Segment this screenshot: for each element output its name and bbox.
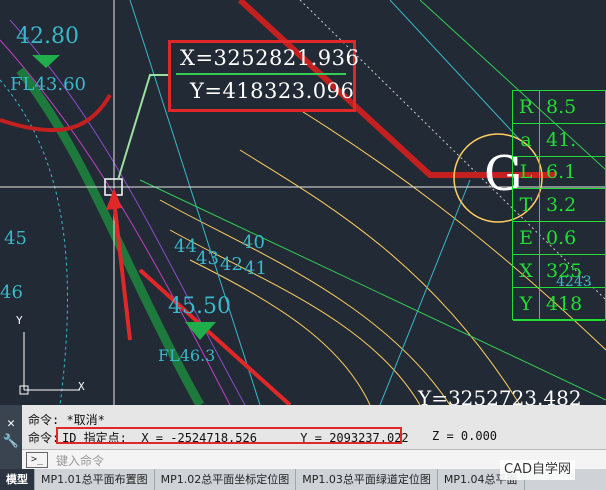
elevation-label: FL43.60	[10, 74, 86, 95]
ucs-y-label: Y	[16, 314, 23, 327]
curve-table-row: X 325	[513, 254, 605, 288]
elevation-label: 42	[220, 254, 243, 275]
curve-table-key: T	[513, 189, 540, 222]
layout-tab[interactable]: 模型	[0, 469, 35, 490]
elevation-label: FL46.3	[158, 346, 216, 365]
curve-table-row: R 8.5	[513, 91, 605, 124]
layout-tab[interactable]: MP1.02总平面坐标定位图	[155, 469, 297, 490]
layout-tab[interactable]: MP1.03总平面绿道定位图	[296, 469, 438, 490]
ucs-x-label: X	[78, 380, 85, 393]
curve-table-key: R	[513, 91, 540, 123]
coordinate-x-label: X=3252821.936	[180, 46, 360, 70]
elevation-label: 46	[0, 282, 23, 303]
curve-table-key: Y	[513, 287, 540, 320]
curve-table-key: a	[513, 123, 540, 156]
wrench-icon[interactable]: 🔧	[0, 433, 22, 451]
curve-table-key: E	[513, 222, 540, 254]
command-highlight-box	[56, 427, 402, 444]
elevation-label: 43	[196, 248, 219, 269]
curve-table-value: 3.2	[546, 194, 577, 217]
curve-table-value: 41.	[546, 128, 577, 151]
curve-table-row: Y 418	[513, 287, 605, 321]
coordinate-underline	[176, 73, 346, 75]
curve-table-value: 418	[546, 292, 583, 315]
command-prompt-icon[interactable]: >_	[26, 452, 48, 468]
curve-element-table: R 8.5 a 41. L 6.1 T 3.2 E 0.6 X 325 Y 418	[512, 90, 606, 321]
close-icon[interactable]: ✕	[0, 415, 22, 433]
elevation-label: 44	[174, 236, 197, 257]
command-history-line: 命令: *取消*	[28, 413, 105, 427]
curve-table-key: L	[513, 156, 540, 189]
curve-table-value: 8.5	[546, 95, 577, 118]
elevation-label: 41	[244, 258, 267, 279]
curve-table-row: T 3.2	[513, 189, 605, 223]
command-input[interactable]: 键入命令	[56, 452, 104, 469]
curve-table-value: 325	[546, 259, 583, 282]
command-sidebar: ✕ 🔧	[0, 405, 22, 469]
elevation-label: 40	[242, 232, 265, 253]
elevation-label: 45.50	[168, 294, 231, 319]
curve-table-value: 6.1	[546, 161, 577, 184]
command-z-result: Z = 0.000	[432, 429, 498, 443]
watermark: CAD自学网	[500, 460, 575, 480]
elevation-label: 42.80	[16, 24, 79, 49]
curve-table-row: L 6.1	[513, 156, 605, 190]
curve-table-key: X	[513, 254, 540, 287]
curve-table-row: E 0.6	[513, 222, 605, 255]
curve-table-row: a 41.	[513, 123, 605, 157]
curve-table-value: 0.6	[546, 227, 577, 250]
layout-tab[interactable]: MP1.01总平面布置图	[35, 469, 155, 490]
coordinate-y-label: Y=418323.096	[190, 79, 355, 103]
elevation-label: 45	[4, 228, 27, 249]
